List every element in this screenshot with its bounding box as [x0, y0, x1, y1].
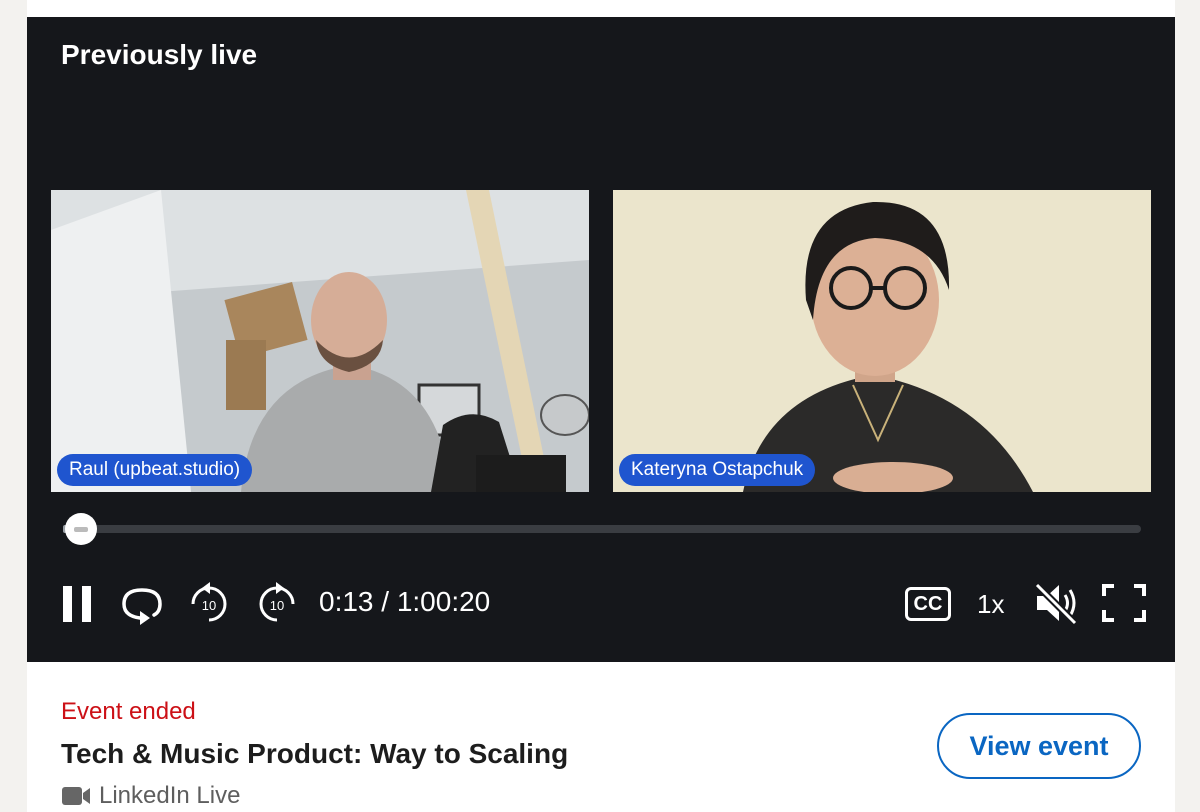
pause-button[interactable] [57, 583, 97, 625]
cc-label: CC [913, 592, 943, 615]
fullscreen-button[interactable] [1101, 583, 1147, 623]
pause-icon [63, 586, 91, 622]
captions-button[interactable]: CC [903, 585, 953, 623]
video-camera-icon [62, 787, 90, 805]
rewind-10-icon: 10 [191, 582, 227, 622]
participant-video-raul: Raul (upbeat.studio) [51, 190, 589, 492]
participant-name-tag: Raul (upbeat.studio) [57, 454, 253, 486]
event-status: Event ended [61, 698, 196, 725]
event-title[interactable]: Tech & Music Product: Way to Scaling [61, 738, 568, 770]
time-display: 0:13 / 1:00:20 [319, 586, 491, 617]
view-event-button[interactable]: View event [937, 713, 1141, 779]
video-player[interactable]: Previously live Raul (upbeat.studio) Kat… [27, 17, 1175, 662]
event-source-label: LinkedIn Live [99, 782, 241, 809]
participant-video-kateryna: Kateryna Ostapchuk [613, 190, 1151, 492]
cc-icon: CC [905, 587, 951, 621]
participant-name-tag: Kateryna Ostapchuk [619, 454, 816, 486]
event-source: LinkedIn Live [61, 782, 240, 810]
loop-button[interactable] [119, 583, 165, 627]
mute-icon [1034, 582, 1078, 625]
progress-scrubber[interactable] [65, 513, 97, 545]
forward-10-icon: 10 [259, 582, 295, 622]
live-event-card: Previously live Raul (upbeat.studio) Kat… [27, 0, 1175, 812]
loop-icon [122, 588, 162, 625]
player-title: Previously live [61, 39, 258, 70]
svg-text:10: 10 [202, 598, 216, 613]
fullscreen-icon [1102, 584, 1146, 622]
participant-video-frame [51, 190, 589, 492]
mute-button[interactable] [1032, 581, 1082, 625]
playback-speed-button[interactable]: 1x [977, 589, 1004, 620]
svg-text:10: 10 [270, 598, 284, 613]
rewind-10-button[interactable]: 10 [187, 579, 231, 625]
participant-video-frame [613, 190, 1151, 492]
forward-10-button[interactable]: 10 [255, 579, 299, 625]
progress-bar[interactable] [63, 525, 1141, 533]
